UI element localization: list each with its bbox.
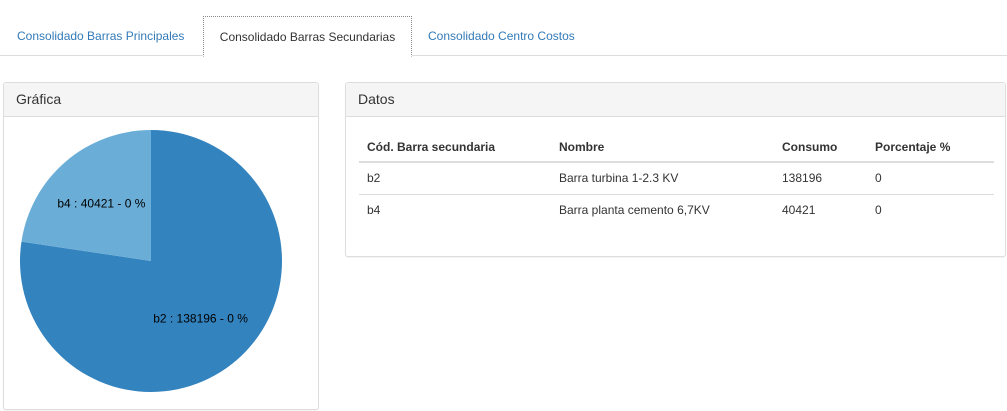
data-panel: Datos Cód. Barra secundaria Nombre Consu… xyxy=(345,82,1006,257)
cell-nombre: Barra planta cemento 6,7KV xyxy=(559,203,710,218)
cell-nombre: Barra turbina 1-2.3 KV xyxy=(551,162,774,195)
cell-porcentaje: 0 xyxy=(875,203,882,218)
table-header-row: Cód. Barra secundaria Nombre Consumo Por… xyxy=(359,132,994,163)
cell-codigo: b2 xyxy=(359,162,551,195)
cell-consumo: 40421 xyxy=(782,203,816,218)
column-header-consumo: Consumo xyxy=(774,132,867,163)
chart-panel: Gráfica b2 : 138196 - 0 % b4 : 40421 - 0 … xyxy=(3,82,319,410)
data-table: Cód. Barra secundaria Nombre Consumo Por… xyxy=(359,132,994,226)
pie-chart: b2 : 138196 - 0 % b4 : 40421 - 0 % xyxy=(20,130,283,393)
column-header-codigo: Cód. Barra secundaria xyxy=(359,132,551,163)
pie-label-b4: b4 : 40421 - 0 % xyxy=(57,196,145,210)
table-row: b2 Barra turbina 1-2.3 KV 138196 0 xyxy=(359,162,994,195)
tab-consolidado-barras-principales[interactable]: Consolidado Barras Principales xyxy=(17,16,184,56)
cell-consumo: 138196 xyxy=(774,162,867,195)
table-row: b4 Barra planta cemento 6,7KV 40421 0 xyxy=(359,194,994,226)
column-header-nombre: Nombre xyxy=(551,132,774,163)
data-panel-title: Datos xyxy=(346,83,1005,117)
tab-consolidado-centro-costos[interactable]: Consolidado Centro Costos xyxy=(428,16,575,56)
tab-bar: Consolidado Barras Principales Consolida… xyxy=(0,16,1007,57)
column-header-porcentaje: Porcentaje % xyxy=(867,132,994,163)
pie-label-b2: b2 : 138196 - 0 % xyxy=(153,312,248,326)
chart-panel-title: Gráfica xyxy=(4,83,318,117)
cell-porcentaje: 0 xyxy=(867,162,994,195)
cell-codigo: b4 xyxy=(367,203,381,218)
tab-consolidado-barras-secundarias[interactable]: Consolidado Barras Secundarias xyxy=(203,16,412,57)
